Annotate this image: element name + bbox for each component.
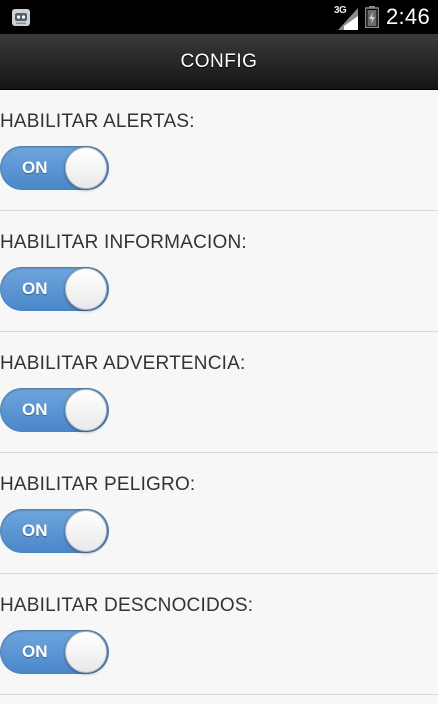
page-title: CONFIG <box>180 50 258 72</box>
signal-indicator: 3G <box>334 4 358 30</box>
setting-row-advertencia: HABILITAR ADVERTENCIA: ON <box>0 332 438 453</box>
toggle-knob <box>65 147 107 189</box>
toggle-state-label: ON <box>22 521 48 540</box>
toggle-knob <box>65 268 107 310</box>
toggle-state-label: ON <box>22 400 48 419</box>
settings-list: HABILITAR ALERTAS: ON HABILITAR INFORMAC… <box>0 90 438 695</box>
peligro-toggle[interactable]: ON <box>0 509 109 553</box>
clock: 2:46 <box>385 4 430 29</box>
informacion-toggle[interactable]: ON <box>0 267 109 311</box>
alertas-toggle[interactable]: ON <box>0 146 109 190</box>
desconocidos-toggle[interactable]: ON <box>0 630 109 674</box>
setting-row-informacion: HABILITAR INFORMACION: ON <box>0 211 438 332</box>
setting-label-desconocidos: HABILITAR DESCNOCIDOS: <box>0 595 254 616</box>
status-bar: 3G 2:46 <box>0 0 438 34</box>
toggle-knob <box>65 510 107 552</box>
android-robot-icon <box>12 9 30 26</box>
signal-bars-icon <box>337 8 358 30</box>
toggle-state-label: ON <box>22 158 48 177</box>
advertencia-toggle[interactable]: ON <box>0 388 109 432</box>
setting-label-peligro: HABILITAR PELIGRO: <box>0 474 196 495</box>
toggle-state-label: ON <box>22 642 48 661</box>
setting-label-informacion: HABILITAR INFORMACION: <box>0 232 247 253</box>
setting-label-advertencia: HABILITAR ADVERTENCIA: <box>0 353 246 374</box>
setting-row-alertas: HABILITAR ALERTAS: ON <box>0 90 438 211</box>
setting-row-peligro: HABILITAR PELIGRO: ON <box>0 453 438 574</box>
setting-row-desconocidos: HABILITAR DESCNOCIDOS: ON <box>0 574 438 695</box>
toggle-state-label: ON <box>22 279 48 298</box>
setting-label-alertas: HABILITAR ALERTAS: <box>0 111 195 132</box>
header-bar: CONFIG <box>0 34 438 90</box>
toggle-knob <box>65 631 107 673</box>
battery-icon <box>364 6 379 28</box>
toggle-knob <box>65 389 107 431</box>
